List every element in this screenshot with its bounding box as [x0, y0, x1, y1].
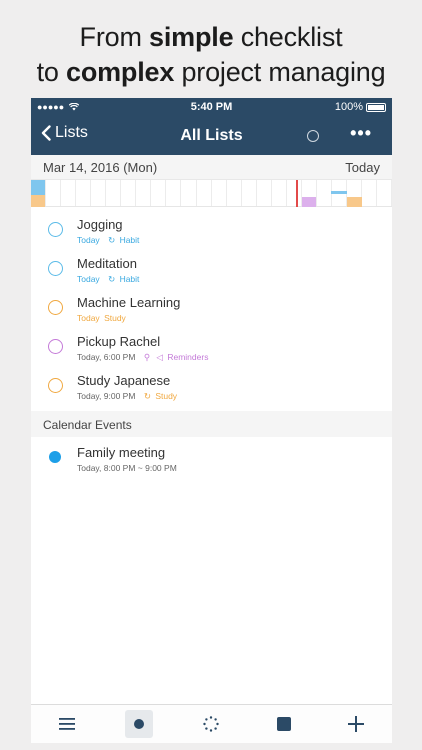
plus-icon	[347, 716, 364, 732]
task-title: Pickup Rachel	[77, 334, 161, 349]
task-title: Machine Learning	[77, 295, 181, 310]
date-bar: Mar 14, 2016 (Mon) Today	[31, 155, 392, 180]
battery-percent: 100%	[334, 101, 363, 113]
task-checkbox[interactable]	[48, 222, 63, 237]
task-row-study-japanese[interactable]: Study Japanese Today, 9:00 PM ↻ Study	[31, 365, 392, 404]
spinner-icon	[203, 716, 220, 732]
repeat-icon: ↻	[108, 274, 116, 284]
repeat-icon: ↻	[108, 235, 116, 245]
task-meta: Today, 6:00 PM ⚲ ◁ Reminders	[77, 352, 209, 362]
headline: From simple checklist to complex project…	[0, 20, 422, 90]
sync-circle-icon[interactable]	[307, 130, 319, 142]
event-color-dot	[49, 451, 61, 463]
task-row-meditation[interactable]: Meditation Today ↻ Habit	[31, 248, 392, 287]
menu-icon	[59, 718, 76, 730]
task-title: Study Japanese	[77, 373, 171, 388]
event-title: Family meeting	[77, 445, 166, 460]
tab-add[interactable]	[342, 710, 370, 738]
task-list: Jogging Today ↻ Habit Meditation Today ↻…	[31, 207, 392, 404]
tab-bar	[31, 704, 392, 743]
task-meta: Today ↻ Habit	[77, 274, 140, 284]
tab-record[interactable]	[125, 710, 154, 738]
tab-menu[interactable]	[53, 710, 81, 738]
task-title: Jogging	[77, 217, 123, 232]
task-meta: Today, 9:00 PM ↻ Study	[77, 391, 178, 401]
task-checkbox[interactable]	[48, 378, 63, 393]
timeline-block-study	[31, 195, 45, 207]
more-button[interactable]: •••	[350, 123, 372, 144]
task-row-machine-learning[interactable]: Machine Learning Today Study	[31, 287, 392, 326]
headline-line-2: to complex project managing	[36, 57, 386, 87]
nav-bar: Lists All Lists •••	[31, 117, 392, 155]
battery-status: 100%	[335, 101, 386, 113]
phone-screen: ●●●●● 5:40 PM 100% Lists All Lists ••• M…	[31, 98, 392, 743]
timeline-block-event	[331, 191, 347, 194]
task-row-jogging[interactable]: Jogging Today ↻ Habit	[31, 209, 392, 248]
status-bar: ●●●●● 5:40 PM 100%	[31, 98, 392, 117]
current-time-line	[296, 180, 298, 207]
task-checkbox[interactable]	[48, 300, 63, 315]
event-row-family-meeting[interactable]: Family meeting Today, 8:00 PM ~ 9:00 PM	[31, 437, 392, 477]
task-checkbox[interactable]	[48, 261, 63, 276]
task-meta: Today Study	[77, 313, 126, 323]
record-icon	[134, 719, 145, 729]
timeline-block-habit	[31, 180, 45, 195]
tab-stop[interactable]	[270, 710, 298, 738]
speaker-icon: ◁	[156, 352, 163, 362]
today-button[interactable]: Today	[345, 160, 380, 175]
task-row-pickup-rachel[interactable]: Pickup Rachel Today, 6:00 PM ⚲ ◁ Reminde…	[31, 326, 392, 365]
stop-icon	[276, 717, 291, 731]
timeline-block-reminder	[302, 197, 316, 207]
location-pin-icon: ⚲	[143, 352, 151, 362]
day-timeline[interactable]	[31, 180, 392, 207]
calendar-events-header: Calendar Events	[31, 411, 392, 437]
task-checkbox[interactable]	[48, 339, 63, 354]
repeat-icon: ↻	[143, 391, 151, 401]
tab-progress[interactable]	[197, 710, 225, 738]
task-title: Meditation	[77, 256, 137, 271]
battery-icon	[366, 102, 386, 112]
headline-line-1: From simple checklist	[79, 22, 343, 52]
event-time: Today, 8:00 PM ~ 9:00 PM	[77, 463, 177, 473]
current-date: Mar 14, 2016 (Mon)	[43, 160, 158, 175]
timeline-block-study-evening	[347, 197, 362, 207]
task-meta: Today ↻ Habit	[77, 235, 140, 245]
page-title: All Lists	[180, 127, 243, 144]
